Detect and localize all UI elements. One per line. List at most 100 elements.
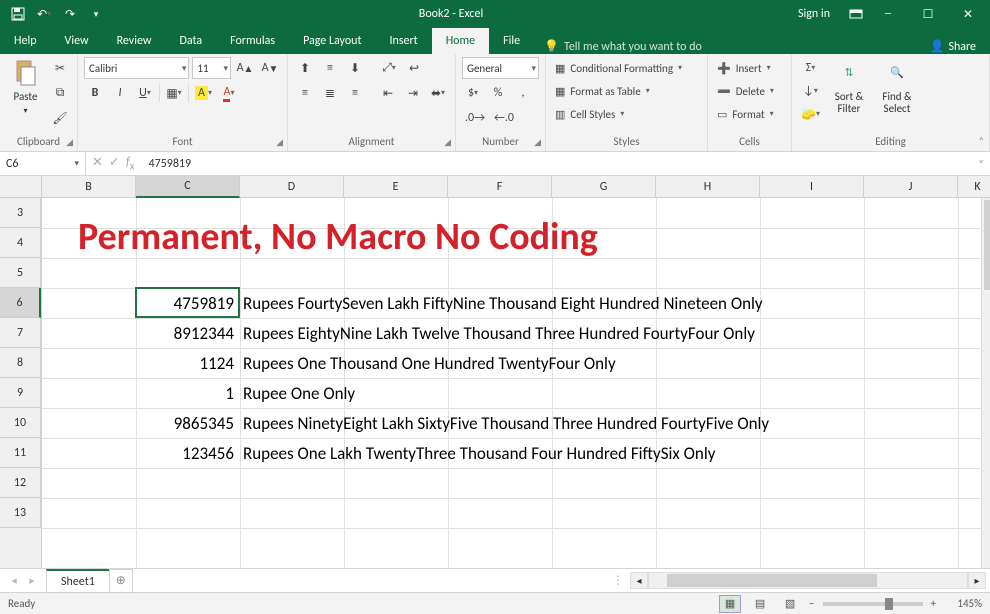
percent-format-icon[interactable]: % <box>487 82 509 104</box>
hscroll-thumb[interactable] <box>667 574 877 587</box>
alignment-dialog-icon[interactable]: ◢ <box>444 137 451 148</box>
font-dialog-icon[interactable]: ◢ <box>276 137 283 148</box>
expand-formula-bar-icon[interactable]: ˅ <box>972 157 990 170</box>
column-header[interactable]: G <box>552 176 656 198</box>
column-header[interactable]: F <box>448 176 552 198</box>
row-header[interactable]: 11 <box>0 438 41 468</box>
tab-help[interactable]: Help <box>0 28 51 54</box>
redo-icon[interactable]: ↷ <box>58 2 82 26</box>
clear-icon[interactable]: 🧽 <box>798 103 823 125</box>
collapse-ribbon-icon[interactable]: ˄ <box>979 134 984 147</box>
column-header[interactable]: D <box>240 176 344 198</box>
zoom-out-icon[interactable]: − <box>809 597 814 610</box>
conditional-formatting-button[interactable]: ▦Conditional Formatting <box>552 57 701 79</box>
decrease-decimal-icon[interactable]: ←.0 <box>491 107 517 129</box>
namebox-dropdown-icon[interactable]: ▾ <box>74 158 79 169</box>
delete-cells-button[interactable]: ➖Delete <box>714 80 785 102</box>
underline-button[interactable]: U <box>134 82 156 104</box>
horizontal-scrollbar[interactable] <box>648 572 968 589</box>
scroll-right-icon[interactable]: ▸ <box>968 572 986 589</box>
paste-button[interactable]: Paste▾ <box>6 57 45 117</box>
autosum-icon[interactable]: Σ <box>798 57 823 79</box>
row-header[interactable]: 5 <box>0 258 41 288</box>
increase-indent-icon[interactable]: ⇥ <box>402 82 424 104</box>
formula-bar[interactable]: 4759819 <box>140 157 972 171</box>
format-painter-icon[interactable]: 🖌 <box>49 107 71 129</box>
row-header[interactable]: 13 <box>0 498 41 528</box>
save-icon[interactable] <box>6 2 30 26</box>
font-color-icon[interactable]: A <box>218 82 240 104</box>
align-middle-icon[interactable]: ≡ <box>319 57 341 79</box>
row-header[interactable]: 4 <box>0 228 41 258</box>
fx-icon[interactable]: fx <box>126 155 135 173</box>
tab-insert[interactable]: Insert <box>376 28 432 54</box>
tell-me-input[interactable]: Tell me what you want to do <box>564 40 702 54</box>
row-header[interactable]: 8 <box>0 348 41 378</box>
fill-color-icon[interactable]: A <box>192 82 215 104</box>
column-header[interactable]: I <box>760 176 864 198</box>
column-header[interactable]: H <box>656 176 760 198</box>
bold-button[interactable]: B <box>84 82 106 104</box>
column-header[interactable]: K <box>958 176 990 198</box>
qat-customize-icon[interactable]: ▾ <box>84 2 108 26</box>
row-header[interactable]: 7 <box>0 318 41 348</box>
align-right-icon[interactable]: ≡ <box>344 82 366 104</box>
new-sheet-icon[interactable]: ⊕ <box>109 569 133 593</box>
cut-icon[interactable]: ✂ <box>49 57 71 79</box>
row-header[interactable]: 10 <box>0 408 41 438</box>
share-button[interactable]: 👤 Share <box>915 39 990 54</box>
format-as-table-button[interactable]: ▦Format as Table <box>552 80 701 102</box>
font-name-combo[interactable]: Calibri <box>84 57 189 79</box>
scrollbar-thumb[interactable] <box>984 200 990 290</box>
increase-font-icon[interactable]: A▲ <box>234 57 256 79</box>
minimize-icon[interactable]: ─ <box>868 2 908 26</box>
zoom-slider[interactable] <box>823 602 923 606</box>
wrap-text-icon[interactable]: ↩ <box>403 57 425 79</box>
cell-styles-button[interactable]: ▥Cell Styles <box>552 103 701 125</box>
cancel-formula-icon[interactable]: ✕ <box>92 155 103 173</box>
close-icon[interactable]: ✕ <box>948 2 988 26</box>
column-header[interactable]: E <box>344 176 448 198</box>
number-format-combo[interactable]: General <box>462 57 539 79</box>
decrease-indent-icon[interactable]: ⇤ <box>377 82 399 104</box>
align-left-icon[interactable]: ≡ <box>294 82 316 104</box>
row-header[interactable]: 12 <box>0 468 41 498</box>
maximize-icon[interactable]: ☐ <box>908 2 948 26</box>
insert-cells-button[interactable]: ➕Insert <box>714 57 785 79</box>
orientation-icon[interactable]: ⤢ <box>378 57 400 79</box>
border-icon[interactable]: ▦ <box>163 82 185 104</box>
tab-home[interactable]: Home <box>432 28 489 54</box>
align-top-icon[interactable]: ⬆ <box>294 57 316 79</box>
column-header[interactable]: B <box>42 176 136 198</box>
row-header[interactable]: 6 <box>0 288 41 318</box>
enter-formula-icon[interactable]: ✓ <box>109 155 120 173</box>
zoom-in-icon[interactable]: + <box>931 597 936 610</box>
align-bottom-icon[interactable]: ⬇ <box>344 57 366 79</box>
row-header[interactable]: 9 <box>0 378 41 408</box>
comma-format-icon[interactable]: , <box>512 82 534 104</box>
sheet-nav-prev-icon[interactable]: ▸ <box>24 574 40 587</box>
sheet-nav-first-icon[interactable]: ◂ <box>6 574 22 587</box>
select-all-corner[interactable] <box>0 176 42 198</box>
tab-review[interactable]: Review <box>103 28 166 54</box>
zoom-level[interactable]: 145% <box>944 597 982 610</box>
name-box[interactable]: C6▾ <box>0 152 86 175</box>
clipboard-dialog-icon[interactable]: ◢ <box>66 137 73 148</box>
scroll-left-icon[interactable]: ◂ <box>630 572 648 589</box>
align-center-icon[interactable]: ≣ <box>319 82 341 104</box>
merge-center-icon[interactable]: ⬌ <box>427 82 449 104</box>
tab-data[interactable]: Data <box>165 28 216 54</box>
tab-view[interactable]: View <box>51 28 103 54</box>
column-header[interactable]: J <box>864 176 958 198</box>
column-header[interactable]: C <box>136 176 240 198</box>
tab-formulas[interactable]: Formulas <box>216 28 289 54</box>
tab-file[interactable]: File <box>489 28 534 54</box>
italic-button[interactable]: I <box>109 82 131 104</box>
find-select-button[interactable]: 🔍 Find & Select <box>875 57 919 115</box>
undo-icon[interactable]: ↶ <box>32 2 56 26</box>
sign-in-link[interactable]: Sign in <box>788 7 840 21</box>
vertical-scrollbar[interactable] <box>981 198 990 568</box>
ribbon-options-icon[interactable] <box>844 2 868 26</box>
format-cells-button[interactable]: ▭Format <box>714 103 785 125</box>
decrease-font-icon[interactable]: A▼ <box>259 57 281 79</box>
